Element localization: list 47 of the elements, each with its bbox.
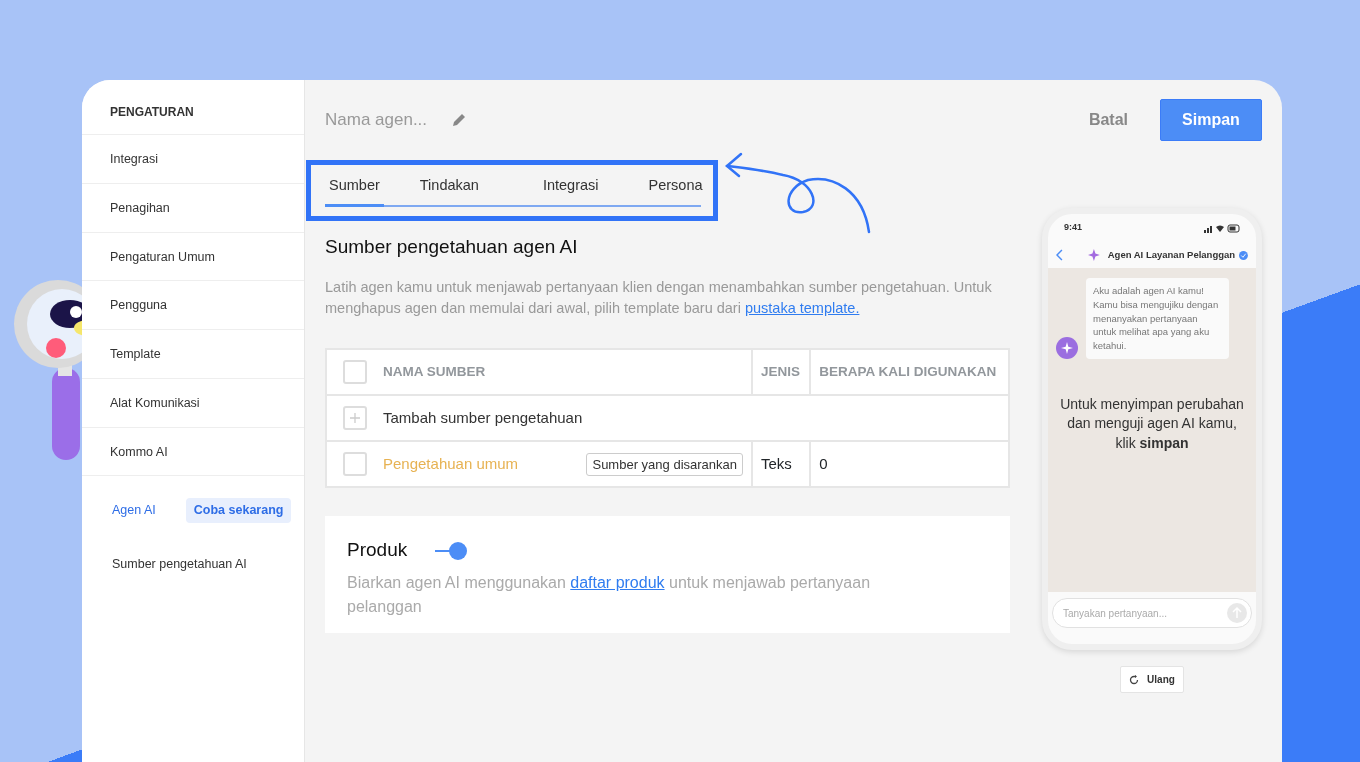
- sidebar-title: PENGATURAN: [82, 80, 304, 135]
- column-header: BERAPA KALI DIGUNAKAN: [819, 364, 997, 380]
- add-source-link[interactable]: Tambah sumber pengetahuan: [383, 407, 583, 430]
- bot-avatar-icon: [1056, 336, 1078, 359]
- save-notice: Untuk menyimpan perubahan dan menguji agen AI kamu, klik simpan: [1059, 394, 1245, 453]
- tab[interactable]: Tindakan: [415, 171, 483, 207]
- chat-title: Agen AI Layanan Pelanggan: [1107, 247, 1236, 262]
- sidebar-subitem[interactable]: Sumber pengetahuan AI: [112, 555, 247, 574]
- agent-name-field[interactable]: Nama agen...: [325, 107, 435, 133]
- product-list-link[interactable]: daftar produk: [570, 573, 665, 591]
- refresh-icon: [1129, 674, 1140, 685]
- sidebar-subitem[interactable]: Agen AI: [112, 501, 156, 520]
- verified-icon: [1239, 250, 1248, 260]
- column-header: JENIS: [761, 364, 801, 380]
- question-placeholder: Tanyakan pertanyaan...: [1063, 606, 1168, 621]
- sidebar-item[interactable]: Pengaturan Umum: [82, 232, 304, 282]
- sidebar-item[interactable]: Pengguna: [82, 281, 304, 330]
- sidebar-item[interactable]: Integrasi: [82, 135, 304, 184]
- column-header: NAMA SUMBER: [383, 363, 486, 382]
- sidebar-item[interactable]: Penagihan: [82, 183, 304, 233]
- tab[interactable]: Persona: [644, 171, 707, 207]
- table-cell: 0: [819, 455, 828, 473]
- table-cell: Teks: [761, 455, 792, 473]
- sidebar-item[interactable]: Kommo AI: [82, 427, 304, 477]
- sidebar-item[interactable]: Alat Komunikasi: [82, 378, 304, 428]
- pencil-icon[interactable]: [451, 112, 467, 128]
- send-icon[interactable]: [1227, 603, 1247, 623]
- reset-button[interactable]: Ulang: [1120, 666, 1184, 693]
- plus-icon[interactable]: [343, 406, 367, 431]
- checkbox[interactable]: [343, 452, 367, 477]
- product-title: Produk: [347, 538, 408, 563]
- try-now-badge[interactable]: Coba sekarang: [185, 498, 292, 523]
- suggested-tag: Sumber yang disarankan: [586, 452, 743, 477]
- back-icon[interactable]: [1056, 249, 1064, 261]
- section-title: Sumber pengetahuan agen AI: [325, 234, 578, 259]
- tab[interactable]: Integrasi: [538, 171, 603, 207]
- sparkle-icon: [1087, 249, 1100, 261]
- checkbox[interactable]: [343, 360, 367, 385]
- chat-message: Aku adalah agen AI kamu! Kamu bisa mengujiku dengan menanyakan pertanyaan untuk melihat apa yang aku ketahui.: [1086, 278, 1229, 359]
- tab[interactable]: Sumber: [325, 171, 384, 207]
- product-toggle[interactable]: [435, 540, 468, 561]
- status-time: 9:41: [1064, 221, 1082, 235]
- template-library-link[interactable]: pustaka template.: [744, 299, 860, 316]
- product-description: Biarkan agen AI menggunakan daftar produk untuk menjawab pertanyaan pelanggan: [347, 572, 872, 617]
- sidebar-item[interactable]: Template: [82, 330, 304, 379]
- status-icons: [1204, 223, 1240, 233]
- section-description: Latih agen kamu untuk menjawab pertanyaan klien dengan menambahkan sumber pengetahuan. Untuk menghapus agen dan memulai dari awal, pilih template baru dari pustaka template.: [325, 278, 993, 318]
